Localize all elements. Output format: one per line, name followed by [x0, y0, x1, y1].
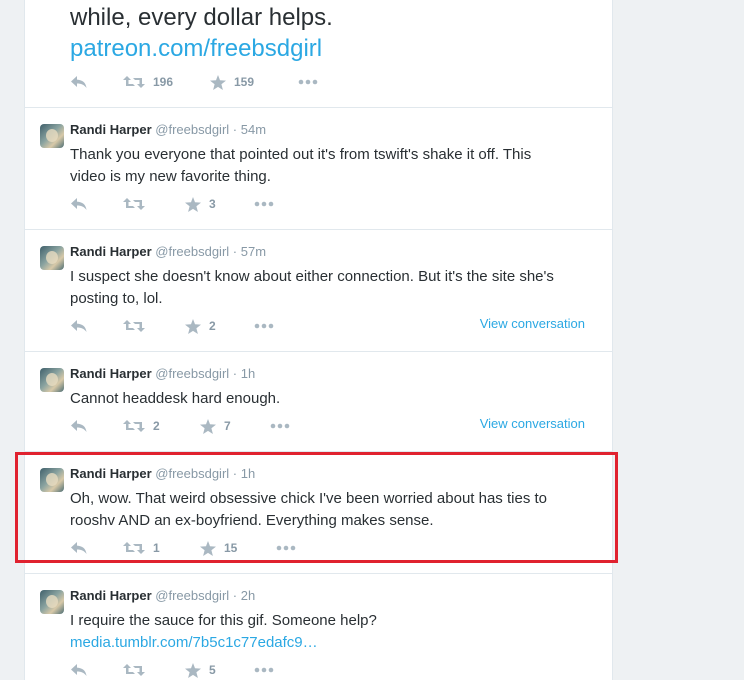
tweet-header: Randi Harper @freebsdgirl · 1h: [70, 365, 255, 383]
avatar[interactable]: [40, 590, 64, 614]
tweet-text: Thank you everyone that pointed out it's…: [70, 144, 595, 188]
retweet-button[interactable]: [123, 316, 153, 336]
tweet-text: I require the sauce for this gif. Someon…: [70, 610, 595, 654]
view-conversation-link[interactable]: View conversation: [480, 416, 585, 431]
tweet-actions: 2 7 View conversation: [70, 416, 600, 436]
retweet-icon: [123, 320, 145, 332]
more-button[interactable]: [254, 194, 274, 214]
tweet-text-line: I suspect she doesn't know about either …: [70, 268, 554, 285]
retweet-button[interactable]: [123, 660, 153, 680]
avatar[interactable]: [40, 246, 64, 270]
tweet-stream: while, every dollar helps. patreon.com/f…: [24, 0, 613, 680]
favorite-button[interactable]: 159: [210, 72, 254, 92]
star-icon: [200, 418, 216, 434]
favorite-count: 7: [224, 419, 231, 433]
tweet-text-line: Thank you everyone that pointed out it's…: [70, 146, 532, 163]
tweet-actions: 3: [70, 194, 600, 214]
user-handle[interactable]: @freebsdgirl: [155, 588, 229, 603]
more-icon: [254, 201, 274, 207]
tweet-media-link[interactable]: media.tumblr.com/7b5c1c77edafc9…: [70, 632, 595, 654]
more-button[interactable]: [254, 316, 274, 336]
avatar[interactable]: [40, 124, 64, 148]
retweet-icon: [123, 76, 145, 88]
more-icon: [270, 423, 290, 429]
tweet-text: while, every dollar helps.: [70, 4, 333, 31]
tweet-text-line: video is my new favorite thing.: [70, 168, 271, 185]
star-icon: [185, 318, 201, 334]
user-name[interactable]: Randi Harper: [70, 244, 152, 259]
tweet-timestamp[interactable]: 1h: [241, 366, 255, 381]
favorite-button[interactable]: 5: [185, 660, 216, 680]
reply-icon: [71, 420, 87, 432]
star-icon: [185, 196, 201, 212]
user-handle[interactable]: @freebsdgirl: [155, 244, 229, 259]
reply-button[interactable]: [70, 194, 88, 214]
tweet-actions: 2 View conversation: [70, 316, 600, 336]
tweet-header: Randi Harper @freebsdgirl · 57m: [70, 243, 266, 261]
reply-icon: [71, 198, 87, 210]
tweet-text-line: I require the sauce for this gif. Someon…: [70, 612, 377, 629]
more-button[interactable]: [298, 72, 318, 92]
retweet-button[interactable]: 2: [123, 416, 160, 436]
retweet-icon: [123, 420, 145, 432]
favorite-button[interactable]: 3: [185, 194, 216, 214]
retweet-icon: [123, 664, 145, 676]
favorite-count: 5: [209, 663, 216, 677]
more-button[interactable]: [254, 660, 274, 680]
tweet-item[interactable]: Randi Harper @freebsdgirl · 1h Cannot he…: [25, 352, 612, 452]
user-name[interactable]: Randi Harper: [70, 588, 152, 603]
tweet-header: Randi Harper @freebsdgirl · 2h: [70, 587, 255, 605]
more-icon: [298, 79, 318, 85]
tweet-actions: 5: [70, 660, 600, 680]
tweet-link[interactable]: patreon.com/freebsdgirl: [70, 33, 322, 64]
star-icon: [210, 74, 226, 90]
tweet-text-line: posting to, lol.: [70, 290, 163, 307]
tweet-text-line: Cannot headdesk hard enough.: [70, 390, 281, 407]
tweet-actions: 196 159: [70, 72, 600, 92]
reply-button[interactable]: [70, 660, 88, 680]
favorite-count: 2: [209, 319, 216, 333]
tweet-text: Cannot headdesk hard enough.: [70, 388, 595, 410]
more-button[interactable]: [270, 416, 290, 436]
retweet-button[interactable]: 196: [123, 72, 173, 92]
tweet-item[interactable]: Randi Harper @freebsdgirl · 54m Thank yo…: [25, 108, 612, 230]
reply-icon: [71, 76, 87, 88]
tweet-timestamp[interactable]: 54m: [241, 122, 266, 137]
more-icon: [254, 323, 274, 329]
reply-button[interactable]: [70, 72, 88, 92]
tweet-item[interactable]: Randi Harper @freebsdgirl · 57m I suspec…: [25, 230, 612, 352]
user-handle[interactable]: @freebsdgirl: [155, 366, 229, 381]
retweet-button[interactable]: [123, 194, 153, 214]
favorite-button[interactable]: 2: [185, 316, 216, 336]
retweet-count: 2: [153, 419, 160, 433]
tweet-header: Randi Harper @freebsdgirl · 54m: [70, 121, 266, 139]
separator: ·: [232, 244, 238, 259]
tweet-text: I suspect she doesn't know about either …: [70, 266, 595, 310]
favorite-button[interactable]: 7: [200, 416, 231, 436]
separator: ·: [232, 366, 238, 381]
reply-icon: [71, 320, 87, 332]
highlight-box: [15, 452, 618, 563]
reply-icon: [71, 664, 87, 676]
view-conversation-link[interactable]: View conversation: [480, 316, 585, 331]
tweet-item[interactable]: Randi Harper @freebsdgirl · 2h I require…: [25, 574, 612, 680]
reply-button[interactable]: [70, 416, 88, 436]
tweet-timestamp[interactable]: 2h: [241, 588, 255, 603]
user-handle[interactable]: @freebsdgirl: [155, 122, 229, 137]
retweet-count: 196: [153, 75, 174, 89]
reply-button[interactable]: [70, 316, 88, 336]
separator: ·: [232, 588, 238, 603]
user-name[interactable]: Randi Harper: [70, 122, 152, 137]
favorite-count: 3: [209, 197, 216, 211]
tweet-partial[interactable]: while, every dollar helps. patreon.com/f…: [25, 0, 612, 108]
favorite-count: 159: [234, 75, 255, 89]
avatar[interactable]: [40, 368, 64, 392]
more-icon: [254, 667, 274, 673]
user-name[interactable]: Randi Harper: [70, 366, 152, 381]
star-icon: [185, 662, 201, 678]
retweet-icon: [123, 198, 145, 210]
tweet-timestamp[interactable]: 57m: [241, 244, 266, 259]
separator: ·: [232, 122, 238, 137]
